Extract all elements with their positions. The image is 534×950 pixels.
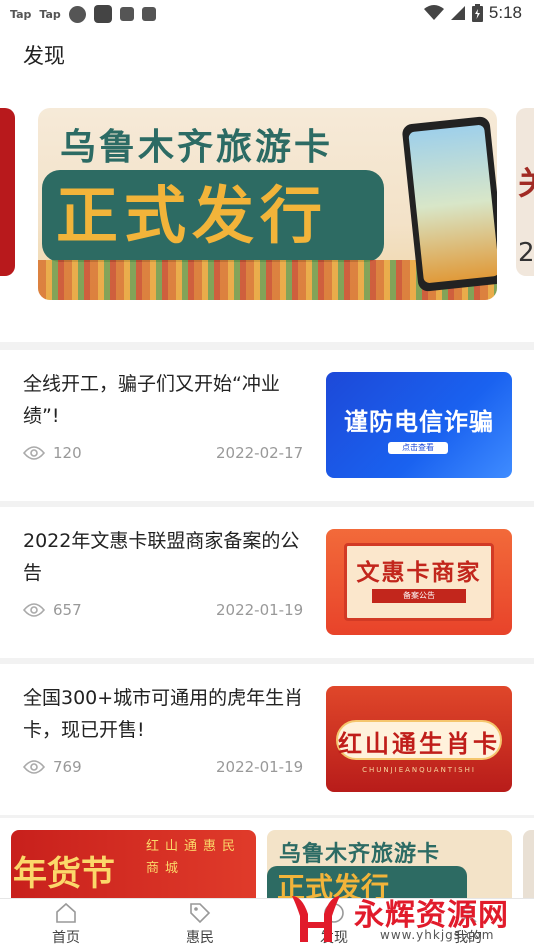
page-header: 发现 xyxy=(0,30,534,90)
thumbnail-button-text: 点击查看 xyxy=(388,442,448,454)
next-slide-glyph: 关 xyxy=(518,158,534,204)
watermark-logo-icon xyxy=(292,896,340,942)
watermark: 永辉资源网 www.yhkjgs.com xyxy=(284,888,534,950)
status-bar: Tap Tap 5:18 xyxy=(0,0,534,30)
app-notification-icon xyxy=(93,5,112,23)
news-title: 全国300+城市可通用的虎年生肖卡，现已开售! xyxy=(23,687,304,741)
view-count-value: 657 xyxy=(53,601,82,619)
tab-home[interactable]: 首页 xyxy=(26,901,106,947)
tab-label: 惠民 xyxy=(186,930,214,946)
font-notification-icon xyxy=(141,7,156,21)
status-bar-right: 5:18 xyxy=(423,3,522,23)
news-date: 2022-01-19 xyxy=(216,601,304,619)
news-item[interactable]: 全国300+城市可通用的虎年生肖卡，现已开售! 769 2022-01-19 红… xyxy=(0,664,534,815)
wifi-icon xyxy=(423,5,444,20)
news-view-count: 120 xyxy=(23,444,82,462)
news-view-count: 769 xyxy=(23,758,82,776)
thumbnail-text: 文惠卡商家 xyxy=(356,560,482,586)
thumbnail-text: 谨防电信诈骗 xyxy=(344,408,494,436)
status-bar-left: Tap Tap xyxy=(10,5,156,23)
news-title: 全线开工，骗子们又开始“冲业绩”! xyxy=(23,373,280,427)
news-title: 2022年文惠卡联盟商家备案的公告 xyxy=(23,530,300,584)
taptap-label-1: Tap xyxy=(10,7,32,21)
banner-phone-illustration xyxy=(401,115,497,293)
app-notification-icon xyxy=(68,5,86,23)
banner-slide-next[interactable]: 关 2 xyxy=(516,108,534,276)
page-title: 发现 xyxy=(23,44,65,68)
clock-time: 5:18 xyxy=(488,3,522,22)
eye-icon xyxy=(23,603,45,617)
banner-subtitle: 正式发行 xyxy=(56,179,329,252)
eye-icon xyxy=(23,446,45,460)
news-item[interactable]: 2022年文惠卡联盟商家备案的公告 657 2022-01-19 文惠卡商家 备… xyxy=(0,507,534,658)
battery-icon xyxy=(471,4,483,22)
news-thumbnail: 文惠卡商家 备案公告 xyxy=(326,529,512,635)
news-date: 2022-01-19 xyxy=(216,758,304,776)
news-thumbnail: 红山通生肖卡 CHUNJIEANQUANTISHI xyxy=(326,686,512,792)
tab-huimin[interactable]: 惠民 xyxy=(160,901,240,947)
thumbnail-subtext: 备案公告 xyxy=(372,589,466,603)
news-date: 2022-02-17 xyxy=(216,444,304,462)
promo-title: 乌鲁木齐旅游卡 xyxy=(279,842,441,867)
tab-label: 首页 xyxy=(52,930,80,946)
news-thumbnail: 谨防电信诈骗 点击查看 xyxy=(326,372,512,478)
home-icon xyxy=(56,902,76,923)
promo-card[interactable]: 年货节 红山通惠民商城 xyxy=(11,830,256,898)
promo-subtitle: 红山通惠民商城 xyxy=(146,839,242,876)
banner-title: 乌鲁木齐旅游卡 xyxy=(60,127,334,168)
news-item[interactable]: 全线开工，骗子们又开始“冲业绩”! 120 2022-02-17 谨防电信诈骗 … xyxy=(0,350,534,501)
tag-icon xyxy=(190,903,211,924)
thumbnail-latin-text: CHUNJIEANQUANTISHI xyxy=(362,766,476,774)
signal-icon xyxy=(450,6,465,20)
promo-title: 年货节 xyxy=(13,854,115,894)
watermark-url: www.yhkjgs.com xyxy=(380,928,495,942)
view-count-value: 120 xyxy=(53,444,82,462)
banner-slide-previous[interactable] xyxy=(0,108,15,276)
taptap-label-2: Tap xyxy=(39,7,61,21)
banner-slide-current[interactable]: 乌鲁木齐旅游卡 正式发行 xyxy=(38,108,497,300)
eye-icon xyxy=(23,760,45,774)
message-notification-icon xyxy=(119,7,134,21)
promo-row: 年货节 红山通惠民商城 乌鲁木齐旅游卡 正式发行 xyxy=(0,818,534,898)
news-view-count: 657 xyxy=(23,601,82,619)
thumbnail-text: 红山通生肖卡 xyxy=(338,730,500,758)
next-slide-glyph: 2 xyxy=(518,238,534,268)
banner-carousel[interactable]: 乌鲁木齐旅游卡 正式发行 关 2 xyxy=(0,90,534,342)
view-count-value: 769 xyxy=(53,758,82,776)
